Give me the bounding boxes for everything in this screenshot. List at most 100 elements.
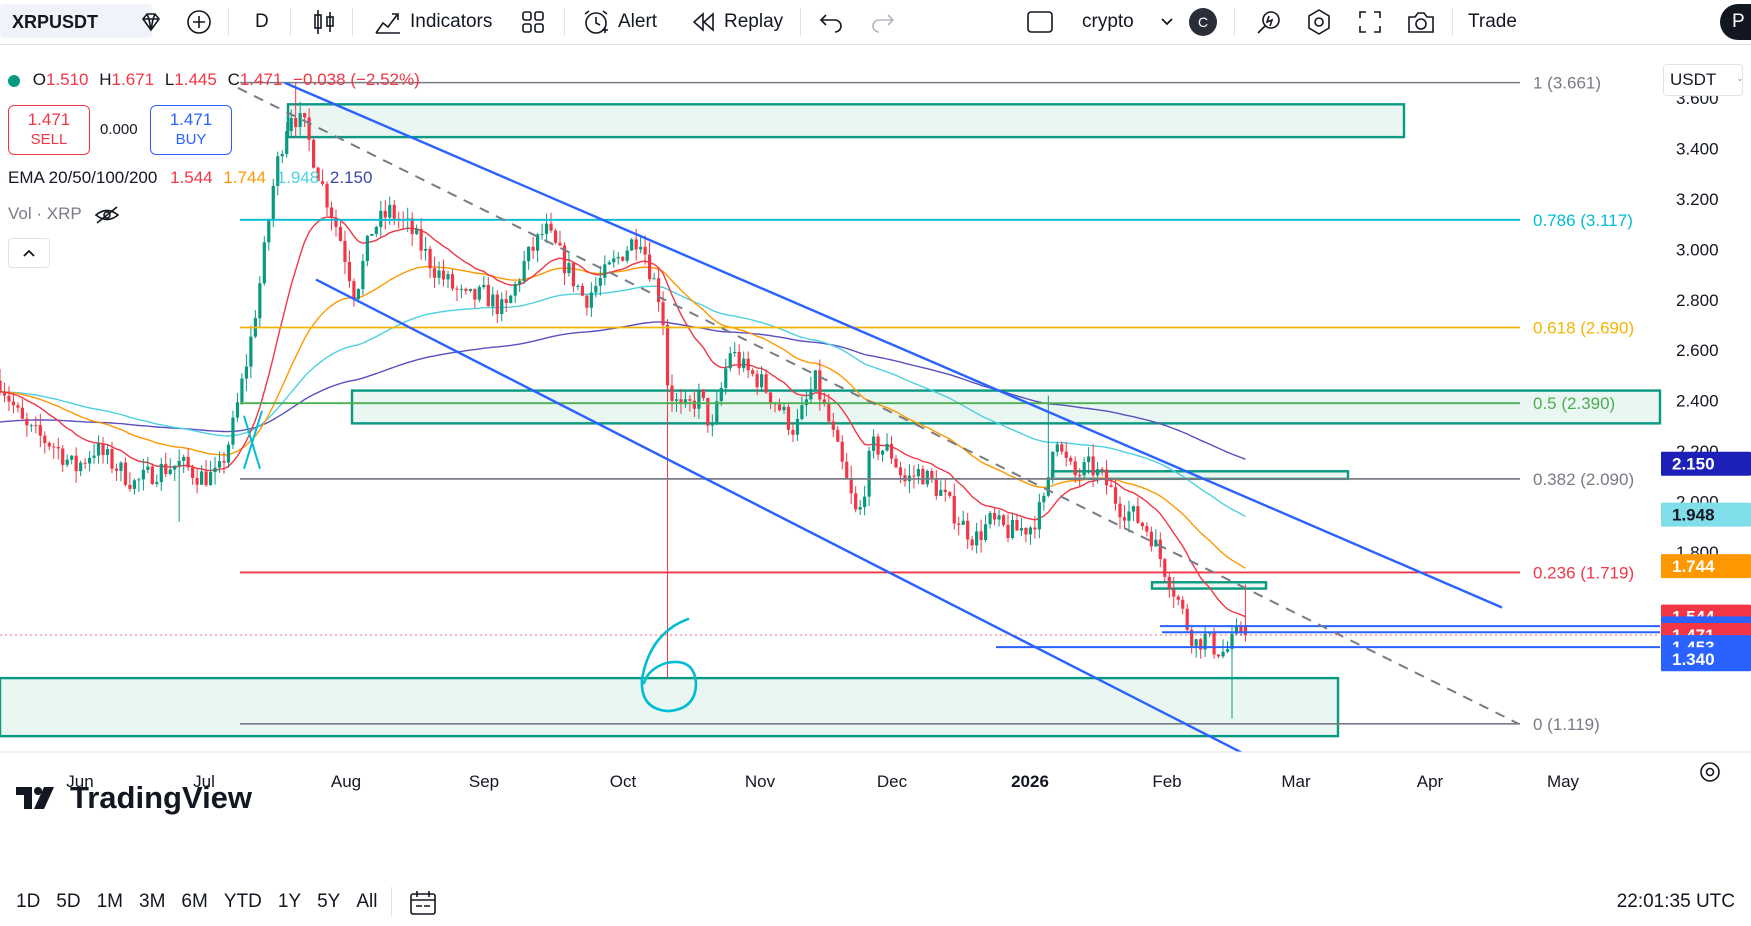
ema-legend[interactable]: EMA 20/50/100/200 1.544 1.744 1.948 2.15… [8,168,372,188]
candle-body [1028,527,1032,535]
calendar-icon[interactable] [408,888,438,916]
candle-body [289,118,293,132]
candle-body [1064,451,1068,458]
candle-body [356,289,360,300]
undo-icon[interactable] [818,0,844,44]
symbol-name[interactable]: XRPUSDT [12,0,98,44]
candle-body [553,230,558,243]
chevron-down-icon [1738,78,1742,81]
range-5d[interactable]: 5D [56,891,80,913]
camera-icon[interactable] [1406,0,1436,44]
candle [146,456,150,474]
candle-body [665,324,670,386]
layout-name[interactable]: crypto [1082,0,1134,44]
templates-icon[interactable] [520,0,546,44]
candle-body [415,229,419,235]
range-all[interactable]: All [356,891,377,913]
chevron-down-icon[interactable] [1160,0,1174,44]
candle [589,282,593,317]
axis-settings-gear-icon[interactable] [1700,762,1720,782]
currency-label: USDT [1670,70,1717,89]
candle [625,246,629,264]
candle [1010,513,1015,540]
candle [988,510,992,529]
candle [96,435,101,464]
fullscreen-icon[interactable] [1357,0,1383,44]
candle-body [979,531,983,540]
buy-price: 1.471 [169,110,213,129]
candle [150,463,154,486]
range-ytd[interactable]: YTD [224,891,262,913]
indicators-button[interactable]: Indicators [374,0,492,44]
candle [607,260,611,266]
candle-body [544,223,549,234]
candle [665,319,670,679]
candle [79,460,83,477]
range-3m[interactable]: 3M [139,891,165,913]
candle [164,452,168,477]
candle-body [271,185,275,221]
range-5y[interactable]: 5Y [317,891,340,913]
currency-select[interactable]: USDT [1663,64,1743,96]
candle-body [760,374,764,388]
redo-icon[interactable] [870,0,896,44]
candle [1149,526,1153,552]
candle [450,269,455,292]
candle-body [191,467,195,478]
compare-icon[interactable] [138,0,164,44]
trade-button[interactable]: Trade [1468,0,1517,44]
candle-body [1221,651,1225,657]
candle [213,456,217,485]
candle-body [25,418,29,426]
candle [854,486,858,513]
publish-button[interactable]: P [1720,4,1751,40]
volume-legend[interactable]: Vol · XRP [8,204,120,224]
candle [343,230,347,275]
candle [482,276,486,290]
collapse-legend-button[interactable] [8,238,50,268]
candle-body [992,512,997,520]
layout-icon[interactable] [1026,0,1054,44]
candle-body [146,466,150,470]
price-tag-2.150: 2.150 [1661,451,1751,476]
candle-body [446,274,450,280]
candle-body [1163,559,1167,577]
candle [939,480,943,497]
candle [459,284,464,299]
add-symbol-icon[interactable] [186,0,212,44]
candle [105,444,110,464]
range-1y[interactable]: 1Y [278,891,301,913]
range-1d[interactable]: 1D [16,891,40,913]
candle [728,346,732,372]
candles-icon[interactable] [312,0,336,44]
candle [428,245,432,279]
candle-body [652,278,656,280]
candle [1006,514,1010,543]
ema50-value: 1.744 [223,168,266,187]
alert-button[interactable]: Alert [582,0,657,44]
quick-search-icon[interactable] [1255,0,1283,44]
candle-body [943,489,947,493]
sell-button[interactable]: 1.471 SELL [8,105,90,155]
y-tick-label: 2.400 [1676,392,1719,411]
candle [43,431,47,454]
candle-body [464,288,468,291]
interval-button[interactable]: D [255,0,269,44]
candle-body [365,235,369,262]
candle [1055,441,1059,457]
avatar[interactable]: C [1189,0,1217,44]
candle [56,437,60,460]
candle [455,285,459,301]
replay-button[interactable]: Replay [690,0,783,44]
candle-body [527,246,531,262]
candle [441,259,446,287]
settings-gear-icon[interactable] [1305,0,1333,44]
range-1m[interactable]: 1M [97,891,123,913]
candle [1087,447,1091,474]
candle-body [450,274,455,289]
range-6m[interactable]: 6M [181,891,207,913]
candle-body [916,468,920,477]
candle-body [352,281,356,300]
utc-clock[interactable]: 22:01:35 UTC [1617,891,1735,913]
buy-button[interactable]: 1.471 BUY [150,105,232,155]
